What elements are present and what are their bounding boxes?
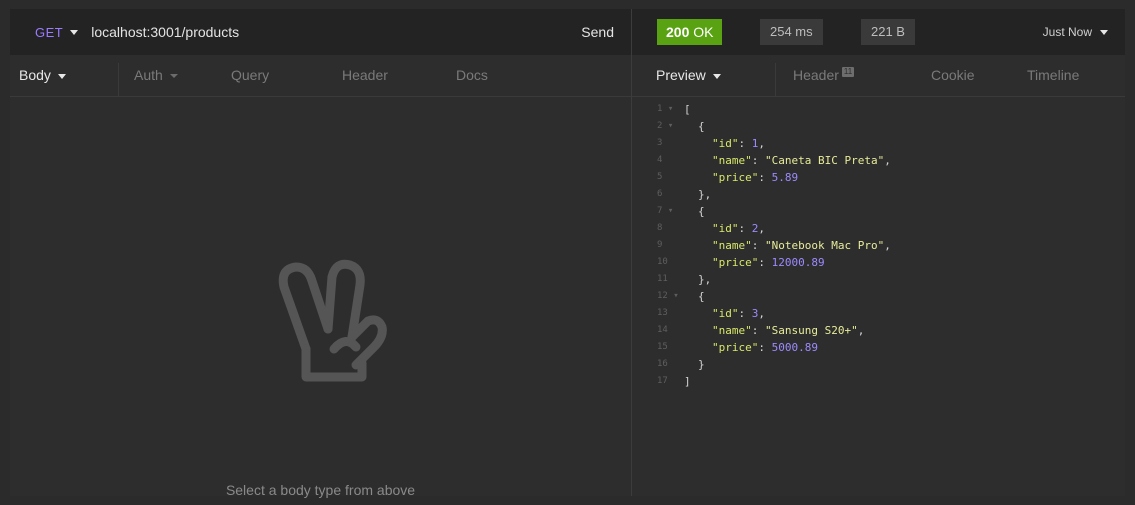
tab-preview[interactable]: Preview (632, 55, 775, 96)
response-time: 254 ms (760, 19, 823, 45)
code-content: { (698, 120, 705, 133)
line-number: 3 (657, 138, 663, 148)
chevron-down-icon (169, 73, 178, 78)
url-bar: GET localhost:3001/products Send (10, 9, 631, 55)
code-content: "price": 12000.89 (712, 256, 825, 269)
code-content: "id": 2, (712, 222, 765, 235)
tab-label: Body (19, 67, 51, 83)
chevron-down-icon (1100, 30, 1108, 35)
peace-hand-icon (278, 259, 387, 382)
tab-label: Cookie (931, 67, 975, 83)
line-number: 12 ▾ (657, 291, 679, 301)
app-window: GET localhost:3001/products Send 200 OK … (10, 9, 1125, 498)
code-content: "name": "Notebook Mac Pro", (712, 239, 891, 252)
status-badge: 200 OK (657, 19, 723, 45)
line-number: 2 ▾ (657, 121, 674, 131)
code-content: }, (698, 273, 712, 286)
line-number: 7 ▾ (657, 206, 674, 216)
history-dropdown[interactable]: Just Now (1043, 9, 1108, 55)
line-number: 9 (657, 240, 663, 250)
code-content: "price": 5000.89 (712, 341, 818, 354)
tab-response-header[interactable]: Header 11 (793, 55, 855, 96)
method-label: GET (35, 24, 64, 40)
tab-body[interactable]: Body (10, 55, 118, 96)
tab-docs[interactable]: Docs (456, 55, 488, 96)
body-empty-state: Select a body type from above (10, 97, 631, 498)
request-tabs: Body Auth Query Header Docs (10, 55, 631, 97)
code-content: "name": "Sansung S20+", (712, 324, 865, 337)
line-number: 16 (657, 359, 668, 369)
tab-label: Header (342, 67, 388, 83)
line-number: 5 (657, 172, 663, 182)
line-number: 1 ▾ (657, 104, 674, 114)
status-text: OK (693, 24, 714, 40)
tab-label: Header (793, 67, 839, 83)
line-number: 14 (657, 325, 668, 335)
tab-header[interactable]: Header (342, 55, 388, 96)
tab-label: Timeline (1027, 67, 1080, 83)
line-number: 17 (657, 376, 668, 386)
tab-timeline[interactable]: Timeline (1027, 55, 1079, 96)
line-number: 8 (657, 223, 663, 233)
response-size: 221 B (861, 19, 915, 45)
response-status-bar: 200 OK 254 ms 221 B Just Now (632, 9, 1125, 55)
history-label: Just Now (1042, 25, 1092, 39)
code-content: "id": 3, (712, 307, 765, 320)
line-number: 4 (657, 155, 663, 165)
code-content: "price": 5.89 (712, 171, 799, 184)
tab-query[interactable]: Query (231, 55, 269, 96)
code-content: } (698, 358, 705, 371)
tab-divider (118, 63, 119, 96)
code-content: }, (698, 188, 712, 201)
header-count-badge: 11 (841, 66, 855, 77)
empty-state-message: Select a body type from above (225, 482, 416, 498)
tab-label: Docs (456, 67, 488, 83)
tab-label: Auth (134, 67, 163, 83)
response-tabs: Preview Header 11 Cookie Timeline (632, 55, 1125, 97)
chevron-down-icon (712, 73, 721, 79)
code-content: { (698, 290, 705, 303)
line-number: 11 (657, 274, 668, 284)
method-select[interactable]: GET (35, 24, 79, 40)
chevron-down-icon (57, 73, 66, 79)
json-preview[interactable]: 1 ▾ [2 ▾ {3 "id": 1, 4 "name": "Caneta BIC Pr… (632, 97, 1125, 496)
code-content: ] (684, 375, 691, 388)
tab-cookie[interactable]: Cookie (931, 55, 975, 96)
tab-label: Preview (656, 67, 706, 83)
tab-label: Query (231, 67, 270, 83)
url-input[interactable]: localhost:3001/products (91, 24, 239, 40)
line-number: 15 (657, 342, 668, 352)
status-code: 200 (666, 24, 690, 40)
line-number: 6 (657, 189, 663, 199)
tab-divider (775, 63, 776, 96)
code-content: [ (684, 103, 691, 116)
tab-auth[interactable]: Auth (134, 55, 178, 96)
line-number: 10 (657, 257, 668, 267)
code-content: { (698, 205, 705, 218)
code-content: "name": "Caneta BIC Preta", (712, 154, 891, 167)
line-number: 13 (657, 308, 668, 318)
chevron-down-icon (70, 30, 79, 35)
send-button[interactable]: Send (577, 9, 618, 55)
code-content: "id": 1, (712, 137, 765, 150)
